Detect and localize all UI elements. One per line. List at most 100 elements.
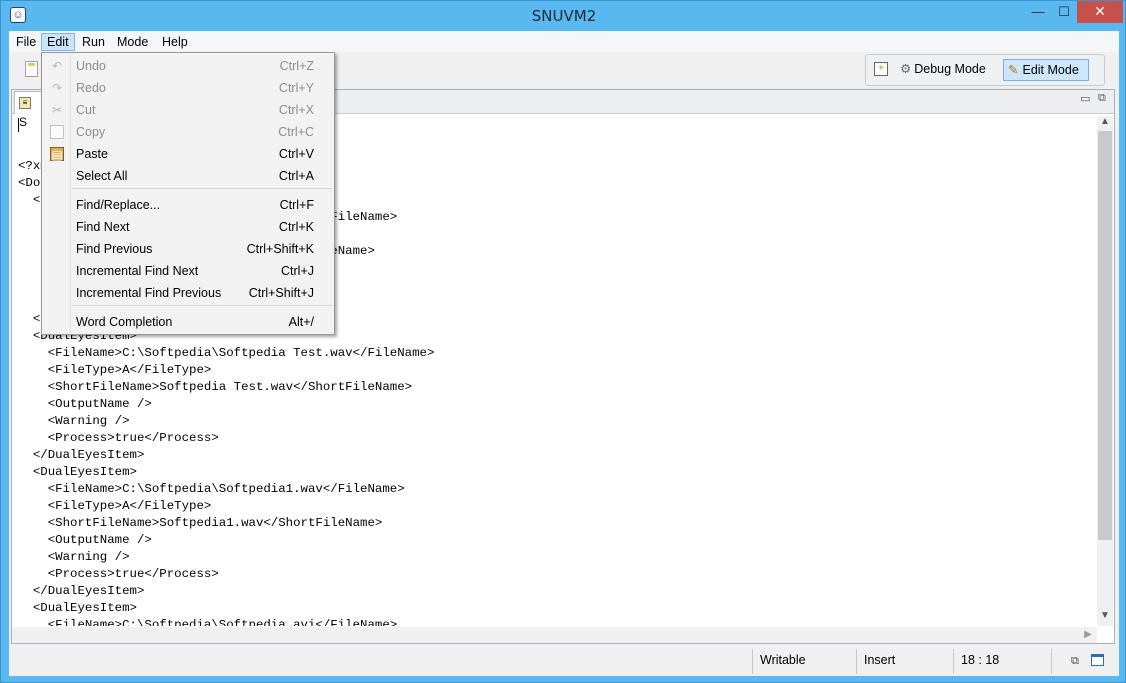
code-line[interactable]: <OutputName /> bbox=[18, 532, 1096, 549]
code-line[interactable]: <Warning /> bbox=[18, 413, 1096, 430]
menu-separator bbox=[72, 188, 332, 189]
code-line[interactable]: <FileName>C:\Softpedia\Softpedia Test.wa… bbox=[18, 345, 1096, 362]
application-window: ☺ SNUVM2 — ☐ ✕ File Edit Run Mode Help +… bbox=[0, 0, 1126, 683]
text-caret bbox=[18, 118, 19, 132]
copy-icon bbox=[50, 125, 64, 139]
gears-icon: ⚙ bbox=[900, 62, 912, 76]
menu-item-shortcut: Alt+/ bbox=[288, 315, 314, 329]
menu-item-label: Undo bbox=[76, 59, 106, 73]
edit-mode-label: Edit Mode bbox=[1022, 63, 1079, 77]
scroll-right-arrow-icon[interactable]: ▶ bbox=[1080, 627, 1096, 643]
menu-item-paste[interactable]: ▤ Paste Ctrl+V bbox=[44, 143, 332, 165]
menu-item-label: Incremental Find Previous bbox=[76, 286, 222, 300]
edit-dropdown-menu: ↶ Undo Ctrl+Z ↷ Redo Ctrl+Y ✂ Cut Ctrl+X Copy Ctrl… bbox=[41, 52, 335, 335]
menu-item-label: Redo bbox=[76, 81, 106, 95]
menu-item-label: Copy bbox=[76, 125, 106, 139]
window-title: SNUVM2 bbox=[531, 7, 597, 25]
menu-item-shortcut: Ctrl+V bbox=[278, 147, 314, 161]
code-line[interactable]: <Process>true</Process> bbox=[18, 566, 1096, 583]
menu-help[interactable]: Help bbox=[157, 33, 193, 51]
minimize-button[interactable]: — bbox=[1025, 1, 1051, 23]
xml-file-icon: ≡ bbox=[19, 96, 31, 109]
paste-icon: ▤ bbox=[50, 147, 64, 162]
menu-item-shortcut: Ctrl+Shift+J bbox=[248, 286, 314, 300]
code-line[interactable]: <DualEyesItem> bbox=[18, 464, 1096, 481]
edit-mode-button[interactable]: ✎ Edit Mode bbox=[1003, 59, 1089, 81]
menu-item-label: Find/Replace... bbox=[76, 198, 161, 212]
perspective-switcher: + ⚙ Debug Mode ✎ Edit Mode bbox=[865, 54, 1105, 86]
panel-minimize-button[interactable]: ▭ bbox=[1080, 92, 1090, 105]
menu-item-copy[interactable]: Copy Ctrl+C bbox=[44, 121, 332, 143]
code-line[interactable]: <Process>true</Process> bbox=[18, 430, 1096, 447]
menu-item-word-completion[interactable]: Word Completion Alt+/ bbox=[44, 311, 332, 333]
code-line[interactable]: <Warning /> bbox=[18, 549, 1096, 566]
menu-file[interactable]: File bbox=[11, 33, 41, 51]
menu-item-shortcut: Ctrl+A bbox=[278, 169, 314, 183]
menu-item-shortcut: Ctrl+Y bbox=[278, 81, 314, 95]
menu-item-label: Cut bbox=[76, 103, 96, 117]
menu-item-cut[interactable]: ✂ Cut Ctrl+X bbox=[44, 99, 332, 121]
menu-item-label: Paste bbox=[76, 147, 108, 161]
menu-item-label: Select All bbox=[76, 169, 128, 183]
code-line[interactable]: <ShortFileName>Softpedia1.wav</ShortFile… bbox=[18, 515, 1096, 532]
restore-icon[interactable]: ⧉ bbox=[1071, 655, 1079, 668]
editor-tab[interactable]: ≡ S bbox=[14, 91, 42, 129]
debug-mode-label: Debug Mode bbox=[914, 62, 986, 76]
title-bar[interactable]: ☺ SNUVM2 — ☐ ✕ bbox=[1, 1, 1126, 31]
code-line[interactable]: <ShortFileName>Softpedia Test.wav</Short… bbox=[18, 379, 1096, 396]
menu-bar: File Edit Run Mode Help bbox=[9, 31, 1119, 52]
menu-item-find-next[interactable]: Find Next Ctrl+K bbox=[44, 216, 332, 238]
status-bar: Writable Insert 18 : 18 ⧉ bbox=[9, 646, 1119, 676]
menu-item-shortcut: Ctrl+Shift+K bbox=[246, 242, 314, 256]
maximize-button[interactable]: ☐ bbox=[1051, 1, 1077, 23]
status-cursor-position: 18 : 18 bbox=[953, 649, 1051, 674]
menu-item-find-previous[interactable]: Find Previous Ctrl+Shift+K bbox=[44, 238, 332, 260]
menu-item-label: Find Next bbox=[76, 220, 130, 234]
status-writable: Writable bbox=[752, 649, 856, 674]
code-line[interactable]: <FileType>A</FileType> bbox=[18, 362, 1096, 379]
menu-item-label: Find Previous bbox=[76, 242, 153, 256]
code-line[interactable]: <FileName>C:\Softpedia\Softpedia1.wav</F… bbox=[18, 481, 1096, 498]
close-button[interactable]: ✕ bbox=[1077, 1, 1123, 23]
menu-item-shortcut: Ctrl+X bbox=[278, 103, 314, 117]
code-line[interactable]: </DualEyesItem> bbox=[18, 447, 1096, 464]
menu-separator bbox=[72, 305, 332, 306]
new-file-icon[interactable] bbox=[25, 61, 38, 77]
open-perspective-icon[interactable]: + bbox=[874, 62, 888, 76]
menu-item-shortcut: Ctrl+C bbox=[278, 125, 314, 139]
menu-item-shortcut: Ctrl+J bbox=[281, 264, 314, 278]
menu-item-shortcut: Ctrl+Z bbox=[279, 59, 314, 73]
horizontal-scrollbar[interactable]: ▶ bbox=[12, 627, 1097, 643]
vertical-scroll-thumb[interactable] bbox=[1098, 131, 1112, 540]
menu-item-undo[interactable]: ↶ Undo Ctrl+Z bbox=[44, 55, 332, 77]
panel-maximize-button[interactable]: ⧉ bbox=[1098, 92, 1106, 105]
menu-item-shortcut: Ctrl+K bbox=[278, 220, 314, 234]
menu-item-find-replace[interactable]: Find/Replace... Ctrl+F bbox=[44, 194, 332, 216]
vertical-scrollbar[interactable]: ▲ ▼ bbox=[1097, 116, 1113, 626]
status-trim bbox=[1051, 649, 1119, 674]
menu-item-shortcut: Ctrl+F bbox=[279, 198, 314, 212]
edit-icon: ✎ bbox=[1008, 63, 1019, 77]
menu-item-select-all[interactable]: Select All Ctrl+A bbox=[44, 165, 332, 187]
undo-icon: ↶ bbox=[51, 59, 63, 73]
menu-edit[interactable]: Edit bbox=[41, 33, 75, 51]
code-line[interactable]: <FileName>C:\Softpedia\Softpedia.avi</Fi… bbox=[18, 617, 1096, 626]
code-line[interactable]: </DualEyesItem> bbox=[18, 583, 1096, 600]
menu-item-label: Incremental Find Next bbox=[76, 264, 199, 278]
status-insert-mode: Insert bbox=[856, 649, 953, 674]
code-line[interactable]: <OutputName /> bbox=[18, 396, 1096, 413]
redo-icon: ↷ bbox=[51, 81, 63, 95]
menu-item-label: Word Completion bbox=[76, 315, 173, 329]
menu-run[interactable]: Run bbox=[77, 33, 110, 51]
code-line[interactable]: <DualEyesItem> bbox=[18, 600, 1096, 617]
debug-mode-button[interactable]: ⚙ Debug Mode bbox=[896, 59, 990, 81]
menu-item-incremental-find-previous[interactable]: Incremental Find Previous Ctrl+Shift+J bbox=[44, 282, 332, 304]
menu-item-incremental-find-next[interactable]: Incremental Find Next Ctrl+J bbox=[44, 260, 332, 282]
code-line[interactable]: <FileType>A</FileType> bbox=[18, 498, 1096, 515]
maximize-icon[interactable] bbox=[1091, 654, 1104, 666]
scroll-down-arrow-icon[interactable]: ▼ bbox=[1097, 610, 1113, 624]
menu-mode[interactable]: Mode bbox=[112, 33, 153, 51]
cut-icon: ✂ bbox=[51, 103, 63, 117]
scroll-up-arrow-icon[interactable]: ▲ bbox=[1097, 116, 1113, 130]
menu-item-redo[interactable]: ↷ Redo Ctrl+Y bbox=[44, 77, 332, 99]
